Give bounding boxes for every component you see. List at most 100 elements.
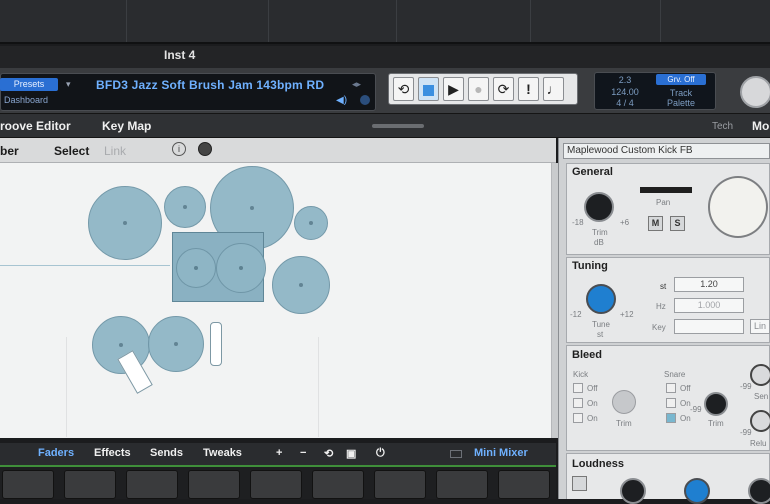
info-icon[interactable]: i xyxy=(172,142,186,156)
st-field[interactable]: 1.20 xyxy=(674,277,744,292)
lcd-signature[interactable]: 4 / 4 xyxy=(600,98,650,108)
mini-mixer-toggle-icon[interactable] xyxy=(450,450,462,458)
release-label: Relu xyxy=(750,439,767,448)
remove-channel-icon[interactable]: − xyxy=(300,447,306,459)
tab-more[interactable]: Mo xyxy=(752,119,769,133)
key-label: Key xyxy=(652,323,666,332)
number-toggle[interactable]: ber xyxy=(0,144,19,158)
floor-tom-2-drum[interactable] xyxy=(272,256,330,314)
mixer-channel-kick[interactable] xyxy=(2,470,54,499)
tom-3-drum[interactable] xyxy=(294,206,328,240)
mixer-channel-tom2[interactable] xyxy=(250,470,302,499)
pan-slider[interactable] xyxy=(640,187,692,193)
bleed-release-knob[interactable] xyxy=(750,410,770,432)
preset-name[interactable]: BFD3 Jazz Soft Brush Jam 143bpm RD xyxy=(96,78,324,92)
select-tool[interactable]: Select xyxy=(54,144,89,158)
mute-button[interactable]: M xyxy=(648,216,663,231)
kit-piece-select[interactable]: Maplewood Custom Kick FB xyxy=(563,143,770,159)
floor-tom-drum[interactable] xyxy=(216,243,266,293)
grid-line xyxy=(126,0,127,42)
kick-bleed-off-checkbox[interactable] xyxy=(573,383,583,393)
kick-pedal[interactable] xyxy=(210,322,222,366)
master-gain-knob[interactable] xyxy=(740,76,770,108)
key-field[interactable] xyxy=(674,319,744,334)
dashboard-link[interactable]: Dashboard xyxy=(4,95,48,105)
snare-drum[interactable] xyxy=(148,316,204,372)
color-icon[interactable] xyxy=(198,142,212,156)
pan-label: Pan xyxy=(656,198,671,207)
tuning-title: Tuning xyxy=(572,260,608,272)
mixer-channel-tom3[interactable] xyxy=(312,470,364,499)
snare-bleed-trim-knob[interactable] xyxy=(704,392,728,416)
metronome-button[interactable]: ♩ xyxy=(543,77,564,101)
hz-field[interactable]: 1.000 xyxy=(674,298,744,313)
grid-line xyxy=(660,0,661,42)
groove-off-button[interactable]: Grv. Off xyxy=(656,74,706,85)
speaker-icon[interactable]: ◀) xyxy=(336,95,347,106)
bleed-sens-knob[interactable] xyxy=(750,364,770,386)
stop-button[interactable] xyxy=(418,77,439,101)
trim-knob[interactable] xyxy=(584,192,614,222)
lcd-tempo[interactable]: 124.00 xyxy=(600,87,650,97)
mini-mixer-button[interactable]: Mini Mixer xyxy=(474,447,528,459)
tab-tech[interactable]: Tech xyxy=(712,121,733,132)
loudness-power-button[interactable] xyxy=(572,476,587,491)
lcd-mode-palette[interactable]: Palette xyxy=(656,98,706,108)
panel-resize-handle[interactable] xyxy=(372,124,424,128)
mixer-channel-tom1[interactable] xyxy=(188,470,240,499)
loop-button[interactable]: ⟲ xyxy=(393,77,414,101)
preset-dropdown-icon[interactable]: ▾ xyxy=(66,79,71,90)
cycle-button[interactable]: ⟳ xyxy=(493,77,514,101)
presets-button[interactable]: Presets xyxy=(0,78,58,91)
loudness-knob-3[interactable] xyxy=(748,478,770,504)
mixer-channel-snare[interactable] xyxy=(64,470,116,499)
tom-2-drum[interactable] xyxy=(164,186,206,228)
reset-icon[interactable]: ⟲ xyxy=(324,447,333,460)
general-title: General xyxy=(572,166,613,178)
tune-knob[interactable] xyxy=(586,284,616,314)
mixer-channel-ride[interactable] xyxy=(436,470,488,499)
preset-nav-icon[interactable]: ◂▸ xyxy=(352,79,361,90)
snare-bleed-on2-checkbox[interactable] xyxy=(666,413,676,423)
lcd-mode-track[interactable]: Track xyxy=(656,88,706,98)
snare-bleed-on-checkbox[interactable] xyxy=(666,398,676,408)
snare-bleed-off-checkbox[interactable] xyxy=(666,383,676,393)
loop-icon: ⟲ xyxy=(397,81,410,97)
tab-sends[interactable]: Sends xyxy=(150,447,183,459)
tab-faders[interactable]: Faders xyxy=(38,447,74,459)
transport-controls: ⟲ ▶ ● ⟳ ! ♩ xyxy=(388,73,578,105)
instrument-title: Inst 4 xyxy=(164,48,196,62)
solo-button[interactable]: S xyxy=(670,216,685,231)
trim-max-label: +6 xyxy=(620,218,630,227)
kick-bleed-trim-label: Trim xyxy=(616,419,632,428)
add-channel-icon[interactable]: + xyxy=(276,447,282,459)
view-toggle-icon[interactable]: ▣ xyxy=(346,447,356,460)
alert-button[interactable]: ! xyxy=(518,77,539,101)
tab-tweaks[interactable]: Tweaks xyxy=(203,447,242,459)
tab-key-map[interactable]: Key Map xyxy=(102,119,151,133)
kick-bleed-on-checkbox[interactable] xyxy=(573,398,583,408)
play-icon: ▶ xyxy=(448,81,459,97)
loudness-knob-2[interactable] xyxy=(684,478,710,504)
tune-label: Tune xyxy=(592,320,610,329)
tom-1-drum[interactable] xyxy=(88,186,162,260)
mixer-channel-amb[interactable] xyxy=(498,470,550,499)
link-tool[interactable]: Link xyxy=(104,144,126,158)
link-button[interactable]: Lin xyxy=(750,319,770,334)
kit-guide-line xyxy=(0,265,170,266)
play-button[interactable]: ▶ xyxy=(443,77,464,101)
loudness-knob-1[interactable] xyxy=(620,478,646,504)
record-button[interactable]: ● xyxy=(468,77,489,101)
tab-effects[interactable]: Effects xyxy=(94,447,131,459)
mixer-channel-cymbal[interactable] xyxy=(374,470,426,499)
kick-bleed-trim-knob[interactable] xyxy=(612,390,636,414)
tab-groove-editor[interactable]: roove Editor xyxy=(0,119,71,133)
mixer-channel-hihat[interactable] xyxy=(126,470,178,499)
power-icon[interactable]: ⏻ xyxy=(376,447,385,460)
kit-piece-image xyxy=(708,176,768,238)
trim-label: Trim xyxy=(592,228,608,237)
kick-beater[interactable] xyxy=(176,248,216,288)
audition-icon[interactable] xyxy=(360,95,370,105)
trim-min-label: -18 xyxy=(572,218,584,227)
kick-bleed-on2-checkbox[interactable] xyxy=(573,413,583,423)
